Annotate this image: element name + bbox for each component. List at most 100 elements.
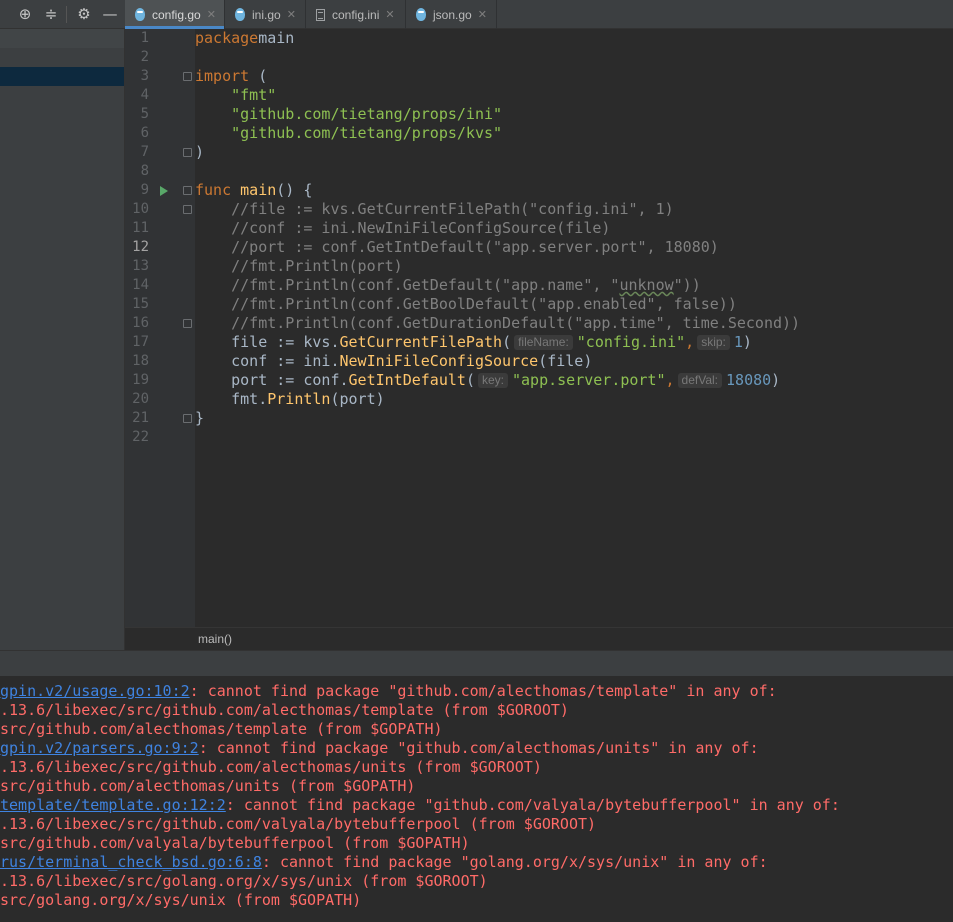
source-link[interactable]: rus/terminal_check_bsd.go:6:8	[0, 853, 262, 871]
line-number: 2	[140, 49, 149, 65]
fold-icon[interactable]	[183, 319, 192, 328]
console-line: .13.6/libexec/src/golang.org/x/sys/unix …	[0, 872, 488, 891]
code-text: func main() {	[195, 181, 312, 200]
code-line[interactable]: 18 conf := ini.NewIniFileConfigSource(fi…	[125, 352, 953, 371]
parameter-hint: fileName:	[514, 335, 573, 350]
project-tree-row[interactable]	[0, 29, 124, 48]
code-token: conf := ini.	[195, 352, 340, 370]
close-icon[interactable]: ✕	[287, 8, 296, 21]
code-line[interactable]: 21}	[125, 409, 953, 428]
run-gutter-icon[interactable]	[160, 186, 168, 196]
line-number: 6	[140, 125, 149, 141]
code-text: //conf := ini.NewIniFileConfigSource(fil…	[195, 219, 610, 238]
line-number: 4	[140, 87, 149, 103]
code-line[interactable]: 2	[125, 48, 953, 67]
code-line[interactable]: 8	[125, 162, 953, 181]
code-text: "github.com/tietang/props/ini"	[195, 105, 502, 124]
code-line[interactable]: 20 fmt.Println(port)	[125, 390, 953, 409]
code-token: (port)	[330, 390, 385, 408]
tab-json-go[interactable]: json.go ✕	[406, 0, 497, 29]
code-token: //fmt.Println(conf.GetDefault("app.name"…	[195, 276, 620, 294]
collapse-icon[interactable]: ≑	[39, 0, 63, 29]
source-link[interactable]: gpin.v2/usage.go:10:2	[0, 682, 190, 700]
code-line[interactable]: 3 import (	[125, 67, 953, 86]
console-line: .13.6/libexec/src/github.com/valyala/byt…	[0, 815, 596, 834]
minimize-icon[interactable]: —	[98, 0, 122, 29]
code-line[interactable]: 16 //fmt.Println(conf.GetDurationDefault…	[125, 314, 953, 333]
code-token: (	[465, 371, 475, 389]
code-line[interactable]: 11 //conf := ini.NewIniFileConfigSource(…	[125, 219, 953, 238]
code-line[interactable]: 1 packagemain	[125, 29, 953, 48]
project-sidebar	[0, 29, 125, 650]
console-text: src/github.com/alecthomas/template (from…	[0, 720, 443, 738]
breadcrumb-item[interactable]: main()	[198, 632, 232, 646]
code-line[interactable]: 15 //fmt.Println(conf.GetBoolDefault("ap…	[125, 295, 953, 314]
code-token: GetIntDefault	[348, 371, 466, 389]
editor-tab-bar: config.go ✕ ini.go ✕ config.ini ✕ json.g…	[125, 0, 953, 29]
code-line[interactable]: 4 "fmt"	[125, 86, 953, 105]
console-text: .13.6/libexec/src/golang.org/x/sys/unix …	[0, 872, 488, 890]
code-line[interactable]: 17 file := kvs.GetCurrentFilePath(fileNa…	[125, 333, 953, 352]
run-console[interactable]: gpin.v2/usage.go:10:2 : cannot find packa…	[0, 676, 953, 922]
console-line: gpin.v2/parsers.go:9:2: cannot find pack…	[0, 739, 759, 758]
tab-config-ini[interactable]: config.ini ✕	[306, 0, 406, 29]
console-line: src/github.com/alecthomas/units (from $G…	[0, 777, 415, 796]
go-file-icon	[416, 8, 426, 21]
code-token: (	[249, 67, 268, 85]
code-token: "fmt"	[231, 86, 277, 104]
code-token: 18080	[726, 371, 772, 389]
code-editor[interactable]: 1 packagemain 2 3 import (4 "fmt" 5 "github.c…	[125, 29, 953, 627]
tab-config-go[interactable]: config.go ✕	[125, 0, 225, 29]
toolbar-divider	[66, 6, 67, 23]
console-line: src/github.com/alecthomas/template (from…	[0, 720, 443, 739]
gear-icon[interactable]: ⚙	[72, 0, 96, 29]
code-line[interactable]: 10 //file := kvs.GetCurrentFilePath("con…	[125, 200, 953, 219]
code-token: ,	[685, 333, 695, 351]
tab-label: config.go	[152, 7, 201, 22]
code-token: "app.server.port"	[511, 371, 666, 389]
line-number: 5	[140, 106, 149, 122]
code-text: port := conf.GetIntDefault(key: "app.serv…	[195, 371, 780, 390]
line-number: 7	[140, 144, 149, 160]
code-line[interactable]: 9 func main() {	[125, 181, 953, 200]
console-text: : cannot find package "golang.org/x/sys/…	[261, 853, 768, 871]
tab-label: json.go	[433, 7, 472, 22]
close-icon[interactable]: ✕	[207, 8, 216, 21]
code-line[interactable]: 6 "github.com/tietang/props/kvs"	[125, 124, 953, 143]
fold-icon[interactable]	[183, 148, 192, 157]
tab-ini-go[interactable]: ini.go ✕	[225, 0, 306, 29]
fold-icon[interactable]	[183, 205, 192, 214]
code-line[interactable]: 5 "github.com/tietang/props/ini"	[125, 105, 953, 124]
project-tree-row-selected[interactable]	[0, 67, 124, 86]
line-number: 20	[132, 391, 149, 407]
code-token: }	[195, 409, 205, 427]
code-text: //fmt.Println(conf.GetBoolDefault("app.e…	[195, 295, 737, 314]
tab-label: ini.go	[252, 7, 281, 22]
code-line[interactable]: 14 //fmt.Println(conf.GetDefault("app.na…	[125, 276, 953, 295]
code-token: //port := conf.GetIntDefault("app.server…	[195, 238, 719, 256]
code-line[interactable]: 13 //fmt.Println(port)	[125, 257, 953, 276]
line-number: 21	[132, 410, 149, 426]
code-text: "fmt"	[195, 86, 276, 105]
fold-icon[interactable]	[183, 72, 192, 81]
code-line[interactable]: 19 port := conf.GetIntDefault(key: "app.s…	[125, 371, 953, 390]
close-icon[interactable]: ✕	[478, 8, 487, 21]
source-link[interactable]: template/template.go:12:2	[0, 796, 226, 814]
code-token: 1	[733, 333, 743, 351]
code-token: //fmt.Println(port)	[195, 257, 403, 275]
code-text: import (	[195, 67, 267, 86]
fold-icon[interactable]	[183, 186, 192, 195]
code-line[interactable]: 22	[125, 428, 953, 447]
code-token: //conf := ini.NewIniFileConfigSource(fil…	[195, 219, 611, 237]
code-text: fmt.Println(port)	[195, 390, 385, 409]
line-number: 15	[132, 296, 149, 312]
source-link[interactable]: gpin.v2/parsers.go:9:2	[0, 739, 199, 757]
fold-icon[interactable]	[183, 414, 192, 423]
code-line[interactable]: 7)	[125, 143, 953, 162]
console-text: src/github.com/valyala/bytebufferpool (f…	[0, 834, 470, 852]
close-icon[interactable]: ✕	[385, 8, 394, 21]
code-token: main	[240, 181, 277, 199]
console-line: .13.6/libexec/src/github.com/alecthomas/…	[0, 758, 542, 777]
crosshair-icon[interactable]: ⊕	[13, 0, 37, 29]
code-line[interactable]: 12 //port := conf.GetIntDefault("app.ser…	[125, 238, 953, 257]
